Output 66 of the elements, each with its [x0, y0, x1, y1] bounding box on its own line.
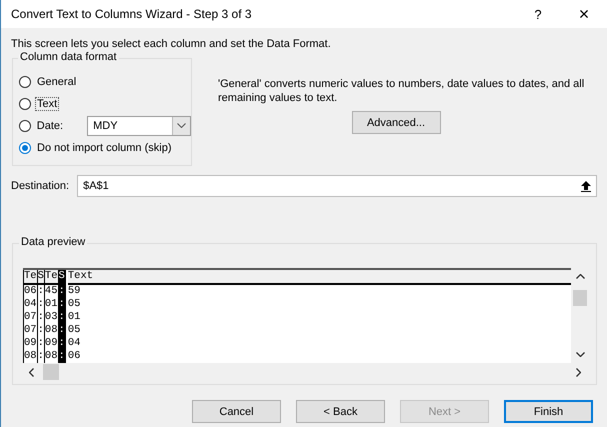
column-header[interactable]: S	[38, 270, 44, 285]
preview-cell: :	[58, 311, 65, 324]
column-header[interactable]: Te	[24, 270, 37, 285]
preview-cell: 08	[24, 350, 37, 363]
preview-cell-text: 06	[68, 350, 82, 363]
preview-cell: :	[38, 311, 44, 324]
preview-cell-text: 04	[68, 337, 82, 350]
radio-label[interactable]: General	[35, 74, 78, 88]
preview-cell-text: 01	[68, 311, 82, 324]
radio-button[interactable]	[19, 120, 31, 132]
preview-cell: :	[58, 285, 65, 298]
preview-cell: 07	[24, 324, 37, 337]
radio-label[interactable]: Do not import column (skip)	[35, 140, 174, 154]
preview-cell: 04	[24, 298, 37, 311]
radio-button[interactable]	[19, 142, 31, 154]
instruction-text: This screen lets you select each column and set the Data Format.	[10, 37, 332, 50]
preview-cell-text: 59	[68, 285, 82, 298]
window-title: Convert Text to Columns Wizard - Step 3 of 3	[11, 7, 253, 21]
preview-cell: :	[58, 324, 65, 337]
help-button[interactable]: ?	[515, 0, 561, 28]
column-header[interactable]: Text	[68, 270, 571, 285]
radio-button[interactable]	[19, 98, 31, 110]
chevron-down-icon	[576, 352, 584, 357]
date-format-dropdown[interactable]: MDY	[87, 116, 191, 136]
preview-cell: :	[38, 337, 44, 350]
preview-cell: 07	[24, 311, 37, 324]
radio-button[interactable]	[19, 76, 31, 88]
destination-label: Destination:	[11, 180, 70, 192]
preview-cell: :	[58, 337, 65, 350]
chevron-left-icon	[29, 368, 34, 376]
preview-cell: 09	[24, 337, 37, 350]
preview-cell: 08	[44, 350, 58, 363]
preview-cell: 01	[44, 298, 58, 311]
preview-cell: 03	[44, 311, 58, 324]
scrollbar-thumb[interactable]	[43, 364, 59, 380]
group-label: Data preview	[19, 236, 88, 248]
dialog-button[interactable]: Cancel	[192, 400, 281, 423]
preview-cell-text: 05	[68, 324, 82, 337]
scrollbar-thumb[interactable]	[573, 290, 587, 306]
collapse-dialog-icon[interactable]	[581, 180, 591, 192]
preview-cell: :	[38, 324, 44, 337]
destination-field[interactable]: $A$1	[77, 175, 597, 197]
column-header[interactable]: Te	[44, 270, 58, 285]
chevron-right-icon	[576, 368, 581, 376]
radio-label[interactable]: Date:	[34, 118, 66, 132]
preview-cell: :	[38, 285, 44, 298]
preview-cell: 09	[44, 337, 58, 350]
radio-label[interactable]: Text	[35, 96, 60, 110]
preview-cell: :	[58, 350, 65, 363]
preview-cell: :	[58, 298, 65, 311]
advanced-button[interactable]: Advanced...	[352, 111, 440, 134]
description-text: 'General' converts numeric values to numbers, date values to dates, and all remaining values to text.	[218, 77, 586, 105]
preview-column[interactable]: S : : : : : :	[58, 270, 66, 365]
chevron-down-icon	[177, 123, 186, 128]
group-label: Column data format	[18, 51, 119, 63]
preview-cell: 08	[44, 324, 58, 337]
chevron-up-icon	[576, 274, 584, 279]
preview-cell: :	[38, 350, 44, 363]
preview-cell: 06	[24, 285, 37, 298]
preview-cell: 45	[44, 285, 58, 298]
destination-input[interactable]: $A$1	[83, 180, 576, 192]
preview-cell: :	[38, 298, 44, 311]
close-button[interactable]: ×	[561, 0, 607, 28]
dialog-button[interactable]: Finish	[504, 400, 593, 423]
preview-cell-text: 05	[68, 298, 82, 311]
dialog-button[interactable]: < Back	[296, 400, 385, 423]
